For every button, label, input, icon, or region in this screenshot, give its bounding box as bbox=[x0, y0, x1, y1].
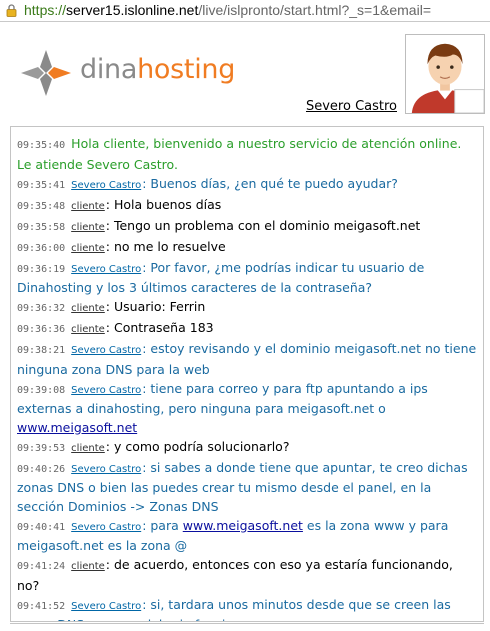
message-timestamp: 09:38:21 bbox=[17, 345, 66, 356]
chat-message: 09:39:53 cliente: y como podría soluciona… bbox=[17, 438, 477, 459]
message-sender[interactable]: Severo Castro bbox=[71, 601, 141, 612]
address-bar[interactable]: https://server15.islonline.net/live/islp… bbox=[0, 0, 490, 22]
chat-message: 09:35:48 cliente: Hola buenos días bbox=[17, 196, 477, 217]
message-text: no me lo resuelve bbox=[113, 238, 226, 254]
message-timestamp: 09:41:24 bbox=[17, 561, 66, 572]
chat-message: 09:40:41 Severo Castro: para www.meigasof… bbox=[17, 517, 477, 556]
message-sender[interactable]: cliente bbox=[71, 243, 105, 254]
message-timestamp: 09:35:48 bbox=[17, 200, 66, 212]
sender-separator: : bbox=[105, 320, 114, 335]
message-sender[interactable]: cliente bbox=[71, 201, 105, 212]
message-timestamp: 09:41:52 bbox=[17, 600, 66, 612]
message-sender[interactable]: Severo Castro bbox=[71, 345, 141, 356]
message-link[interactable]: www.meigasoft.net bbox=[183, 518, 303, 533]
message-timestamp: 09:40:26 bbox=[17, 463, 66, 475]
message-sender[interactable]: Severo Castro bbox=[71, 385, 141, 396]
chat-message: 09:35:58 cliente: Tengo un problema con e… bbox=[17, 217, 477, 238]
agent-avatar bbox=[405, 34, 485, 114]
agent-name-label[interactable]: Severo Castro bbox=[306, 99, 397, 114]
chat-message: 09:36:32 cliente: Usuario: Ferrin bbox=[17, 298, 477, 319]
url-host: server15.islonline.net bbox=[66, 2, 199, 18]
message-text: Buenos días, ¿en qué te puedo ayudar? bbox=[150, 175, 398, 191]
message-sender[interactable]: Severo Castro bbox=[71, 264, 141, 275]
person-avatar-icon bbox=[406, 35, 484, 113]
chat-message: 09:35:40 Hola cliente, bienvenido a nuest… bbox=[17, 135, 477, 174]
chat-message: 09:41:24 cliente: de acuerdo, entonces co… bbox=[17, 556, 477, 595]
message-sender[interactable]: Severo Castro bbox=[71, 464, 141, 475]
message-text: Hola cliente, bienvenido a nuestro servi… bbox=[17, 136, 462, 172]
sender-separator: : bbox=[105, 217, 114, 233]
message-link[interactable]: www.meigasoft.net bbox=[17, 420, 137, 435]
sender-separator: : bbox=[105, 196, 114, 212]
lock-icon bbox=[6, 4, 17, 17]
sender-separator: : bbox=[105, 557, 114, 572]
chat-message: 09:36:00 cliente: no me lo resuelve bbox=[17, 238, 477, 259]
sender-separator: : bbox=[105, 238, 114, 254]
message-list: 09:35:40 Hola cliente, bienvenido a nuest… bbox=[11, 127, 483, 622]
message-sender[interactable]: cliente bbox=[71, 443, 105, 454]
message-timestamp: 09:35:40 bbox=[17, 140, 66, 151]
chat-message: 09:35:41 Severo Castro: Buenos días, ¿en … bbox=[17, 175, 477, 196]
chat-message: 09:40:26 Severo Castro: si sabes a donde … bbox=[17, 459, 477, 517]
message-sender[interactable]: cliente bbox=[71, 561, 105, 572]
chat-message: 09:38:21 Severo Castro: estoy revisando y… bbox=[17, 340, 477, 379]
message-text: para bbox=[150, 517, 183, 533]
url-scheme: https:// bbox=[24, 2, 67, 18]
message-text: Hola buenos días bbox=[113, 196, 222, 212]
chat-message: 09:41:52 Severo Castro: si, tardara unos … bbox=[17, 596, 477, 622]
chat-transcript[interactable]: 09:35:40 Hola cliente, bienvenido a nuest… bbox=[10, 126, 484, 622]
message-text: Contraseña 183 bbox=[113, 320, 214, 335]
chat-message: 09:36:36 cliente: Contraseña 183 bbox=[17, 319, 477, 340]
dinahosting-logo: dinahosting bbox=[18, 48, 236, 98]
chat-message: 09:39:08 Severo Castro: tiene para correo… bbox=[17, 380, 477, 438]
message-sender[interactable]: cliente bbox=[71, 303, 105, 314]
message-timestamp: 09:36:32 bbox=[17, 303, 66, 314]
logo-wordmark: dinahosting bbox=[80, 54, 236, 85]
message-sender[interactable]: cliente bbox=[71, 324, 105, 335]
url-path: /live/islpronto/start.html?_s=1&email= bbox=[198, 2, 431, 18]
message-sender[interactable]: Severo Castro bbox=[71, 522, 141, 533]
url-text[interactable]: https://server15.islonline.net/live/islp… bbox=[24, 2, 431, 18]
message-text: y como podría solucionarlo? bbox=[113, 438, 290, 454]
message-timestamp: 09:36:19 bbox=[17, 263, 66, 275]
message-timestamp: 09:39:08 bbox=[17, 384, 66, 396]
message-timestamp: 09:39:53 bbox=[17, 442, 66, 454]
message-text: Usuario: Ferrin bbox=[113, 299, 206, 314]
sender-separator: : bbox=[105, 438, 114, 454]
message-timestamp: 09:35:41 bbox=[17, 179, 66, 191]
message-text: Tengo un problema con el dominio meigaso… bbox=[113, 217, 421, 233]
chat-message: 09:36:19 Severo Castro: Por favor, ¿me po… bbox=[17, 259, 477, 298]
message-sender[interactable]: cliente bbox=[71, 222, 105, 233]
message-sender[interactable]: Severo Castro bbox=[71, 180, 141, 191]
message-timestamp: 09:40:41 bbox=[17, 521, 66, 533]
compass-logo-icon bbox=[21, 50, 71, 96]
message-timestamp: 09:36:36 bbox=[17, 324, 66, 335]
sender-separator: : bbox=[105, 299, 114, 314]
message-timestamp: 09:36:00 bbox=[17, 242, 66, 254]
message-timestamp: 09:35:58 bbox=[17, 221, 66, 233]
